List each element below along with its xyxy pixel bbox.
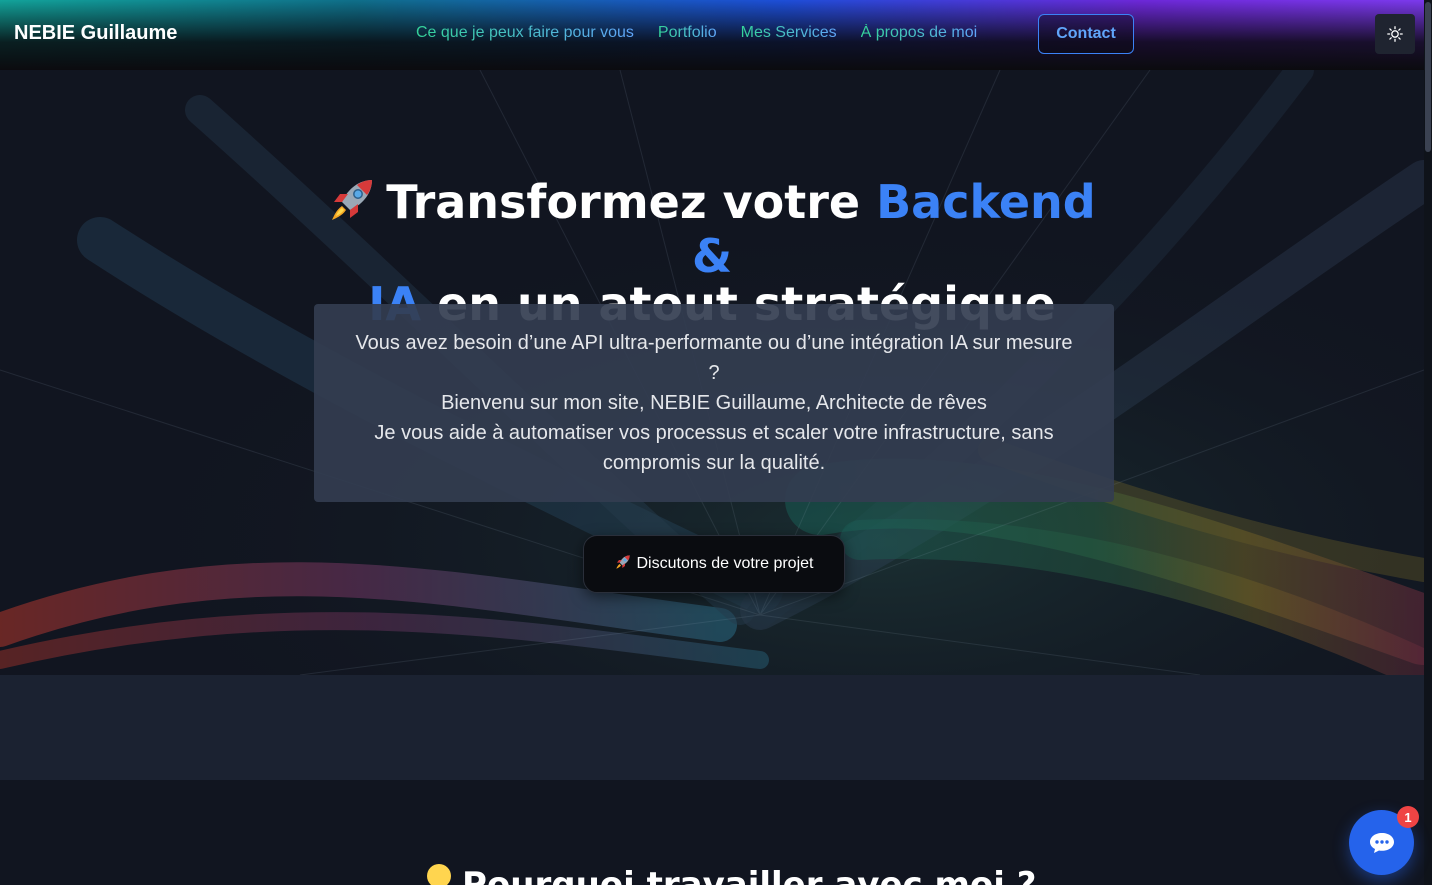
hero-title-part1: Transformez votre: [386, 175, 877, 229]
scrollbar-thumb[interactable]: [1425, 2, 1431, 152]
intro-card: Vous avez besoin d’une API ultra-perform…: [314, 304, 1114, 502]
lightbulb-icon: [424, 862, 454, 885]
intro-line-2: Bienvenu sur mon site, NEBIE Guillaume, …: [441, 392, 987, 414]
nav-links: Ce que je peux faire pour vous Portfolio…: [416, 24, 1001, 42]
discuss-project-button[interactable]: Discutons de votre projet: [583, 535, 845, 593]
intro-line-1: Vous avez besoin d’une API ultra-perform…: [355, 332, 1073, 384]
nav-link-about[interactable]: À propos de moi: [861, 24, 978, 42]
hero-section: Transformez votre Backend & IA en un ato…: [0, 70, 1424, 675]
rocket-icon: [615, 554, 631, 575]
nav-link-services[interactable]: Mes Services: [741, 24, 837, 42]
why-section: Pourquoi travailler avec moi ?: [0, 780, 1424, 885]
theme-toggle-button[interactable]: [1375, 14, 1415, 54]
sun-icon: [1387, 26, 1403, 42]
why-section-title-text: Pourquoi travailler avec moi ?: [462, 865, 1037, 885]
navbar: NEBIE Guillaume Ce que je peux faire pou…: [0, 0, 1424, 70]
discuss-project-label: Discutons de votre projet: [636, 555, 814, 572]
intro-line-3: Je vous aide à automatiser vos processus…: [374, 422, 1054, 474]
chat-bubble-icon: [1369, 832, 1394, 853]
nav-link-services-overview[interactable]: Ce que je peux faire pour vous: [416, 24, 634, 42]
contact-button[interactable]: Contact: [1038, 14, 1134, 54]
why-section-title: Pourquoi travailler avec moi ?: [424, 862, 1037, 885]
page-scrollbar[interactable]: [1424, 0, 1432, 885]
rocket-icon: [328, 176, 376, 232]
section-divider-band: [0, 675, 1424, 780]
brand-name[interactable]: NEBIE Guillaume: [14, 22, 177, 45]
nav-link-portfolio[interactable]: Portfolio: [658, 24, 717, 42]
chat-notification-badge: 1: [1397, 806, 1419, 828]
